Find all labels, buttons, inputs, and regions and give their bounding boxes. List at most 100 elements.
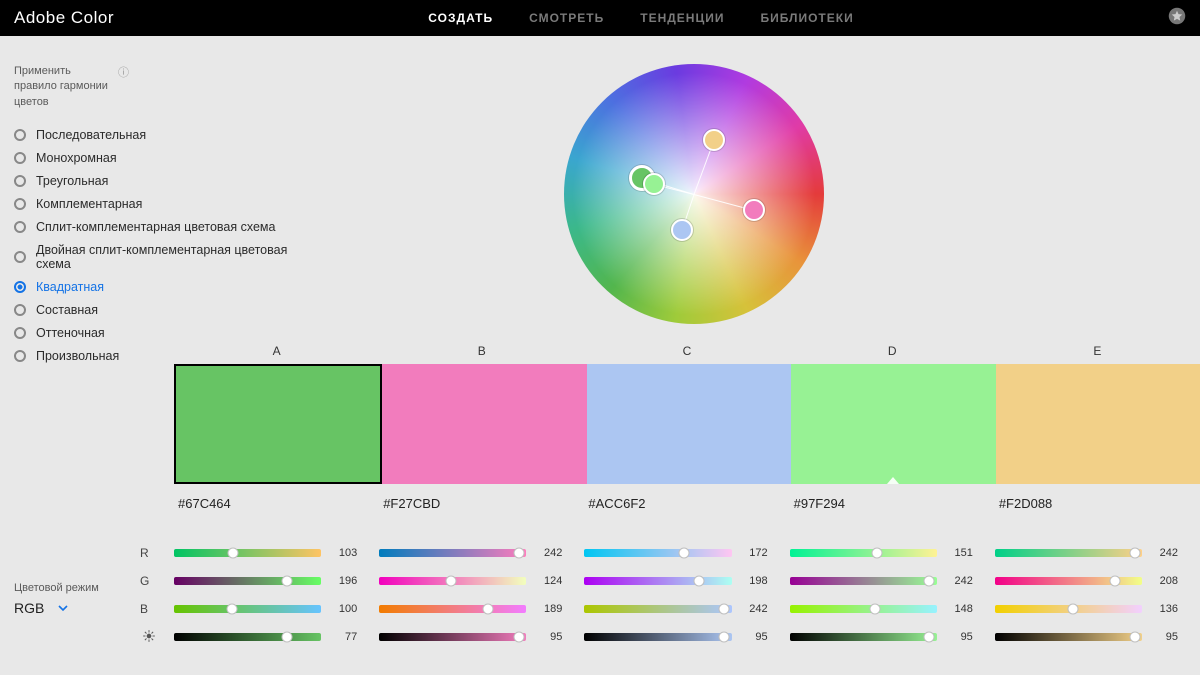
slider-thumb[interactable] (282, 576, 293, 587)
harmony-rule[interactable]: Составная (14, 303, 324, 317)
channel-slider[interactable] (174, 605, 321, 613)
channel-value[interactable]: 242 (742, 603, 768, 615)
channel-slider[interactable] (174, 549, 321, 557)
slider-thumb[interactable] (513, 548, 524, 559)
swatch-C[interactable] (587, 364, 791, 484)
channel-row-L: 77 95 95 95 95 (134, 624, 1200, 650)
hex-value[interactable]: #67C464 (174, 496, 379, 511)
color-wheel[interactable] (564, 64, 824, 324)
slider-thumb[interactable] (924, 632, 935, 643)
slider-thumb[interactable] (1129, 548, 1140, 559)
slider-thumb[interactable] (1068, 604, 1079, 615)
channel-slider[interactable] (174, 633, 321, 641)
channel-value[interactable]: 242 (947, 575, 973, 587)
harmony-rule[interactable]: Последовательная (14, 128, 324, 142)
channel-slider[interactable] (174, 577, 321, 585)
slider-thumb[interactable] (445, 576, 456, 587)
channel-value[interactable]: 242 (1152, 547, 1178, 559)
info-icon[interactable]: ⓘ (118, 64, 129, 80)
channel-value[interactable]: 124 (536, 575, 562, 587)
channel-slider[interactable] (995, 605, 1142, 613)
slider-thumb[interactable] (719, 604, 730, 615)
channel-value[interactable]: 95 (947, 631, 973, 643)
channel-slider[interactable] (790, 633, 937, 641)
channel-slider[interactable] (995, 633, 1142, 641)
slider-thumb[interactable] (282, 632, 293, 643)
channel-slider[interactable] (379, 605, 526, 613)
channel-slider[interactable] (790, 577, 937, 585)
radio-icon (14, 152, 26, 164)
swatch-E[interactable] (996, 364, 1200, 484)
channel-value[interactable]: 242 (536, 547, 562, 559)
channel-value[interactable]: 100 (331, 603, 357, 615)
harmony-rule[interactable]: Комплементарная (14, 197, 324, 211)
channel-value[interactable]: 95 (1152, 631, 1178, 643)
channel-slider[interactable] (379, 549, 526, 557)
channel-slider[interactable] (584, 577, 731, 585)
swatch-indicator-icon (887, 477, 899, 484)
channel-slider[interactable] (995, 549, 1142, 557)
nav-item-1[interactable]: СМОТРЕТЬ (529, 11, 604, 25)
channel-slider[interactable] (584, 633, 731, 641)
hex-value[interactable]: #F2D088 (995, 496, 1200, 511)
channel-value[interactable]: 148 (947, 603, 973, 615)
harmony-rule[interactable]: Двойная сплит-комплементарная цветовая с… (14, 243, 324, 271)
channel-value[interactable]: 198 (742, 575, 768, 587)
slider-thumb[interactable] (870, 604, 881, 615)
harmony-rule[interactable]: Сплит-комплементарная цветовая схема (14, 220, 324, 234)
channel-label: B (134, 602, 174, 616)
slider-thumb[interactable] (228, 548, 239, 559)
wheel-node[interactable] (643, 173, 665, 195)
wheel-node[interactable] (703, 129, 725, 151)
wheel-node[interactable] (671, 219, 693, 241)
slider-thumb[interactable] (719, 632, 730, 643)
slider-thumb[interactable] (1129, 632, 1140, 643)
channel-slider[interactable] (790, 549, 937, 557)
slider-thumb[interactable] (483, 604, 494, 615)
channel-value[interactable]: 196 (331, 575, 357, 587)
channel-value[interactable]: 95 (742, 631, 768, 643)
save-star-icon[interactable] (1168, 7, 1186, 30)
harmony-rule-label: Последовательная (36, 128, 146, 142)
hex-value[interactable]: #F27CBD (379, 496, 584, 511)
slider-cell: 208 (995, 575, 1200, 587)
slider-thumb[interactable] (924, 576, 935, 587)
color-mode-block: Цветовой режим RGB (14, 582, 99, 616)
slider-thumb[interactable] (678, 548, 689, 559)
channel-value[interactable]: 136 (1152, 603, 1178, 615)
harmony-rule[interactable]: Треугольная (14, 174, 324, 188)
channel-value[interactable]: 77 (331, 631, 357, 643)
color-mode-dropdown[interactable]: RGB (14, 600, 99, 616)
channel-slider[interactable] (379, 633, 526, 641)
channel-value[interactable]: 208 (1152, 575, 1178, 587)
slider-thumb[interactable] (514, 632, 525, 643)
swatch-A[interactable] (174, 364, 382, 484)
channel-value[interactable]: 151 (947, 547, 973, 559)
wheel-node[interactable] (743, 199, 765, 221)
channel-slider[interactable] (790, 605, 937, 613)
harmony-rule[interactable]: Оттеночная (14, 326, 324, 340)
harmony-rule[interactable]: Монохромная (14, 151, 324, 165)
channel-slider[interactable] (584, 549, 731, 557)
channel-value[interactable]: 95 (536, 631, 562, 643)
channel-value[interactable]: 172 (742, 547, 768, 559)
swatch-D[interactable] (791, 364, 995, 484)
slider-thumb[interactable] (1109, 576, 1120, 587)
hex-value[interactable]: #97F294 (790, 496, 995, 511)
channel-slider[interactable] (584, 605, 731, 613)
channel-value[interactable]: 103 (331, 547, 357, 559)
nav-item-2[interactable]: ТЕНДЕНЦИИ (640, 11, 724, 25)
color-mode-label: Цветовой режим (14, 582, 99, 594)
slider-thumb[interactable] (226, 604, 237, 615)
channel-slider[interactable] (995, 577, 1142, 585)
harmony-rule[interactable]: Квадратная (14, 280, 324, 294)
slider-thumb[interactable] (693, 576, 704, 587)
slider-thumb[interactable] (871, 548, 882, 559)
channel-value[interactable]: 189 (536, 603, 562, 615)
nav-item-3[interactable]: БИБЛИОТЕКИ (760, 11, 853, 25)
radio-icon (14, 251, 26, 263)
swatch-B[interactable] (382, 364, 586, 484)
nav-item-0[interactable]: СОЗДАТЬ (428, 11, 493, 25)
hex-value[interactable]: #ACC6F2 (584, 496, 789, 511)
channel-slider[interactable] (379, 577, 526, 585)
